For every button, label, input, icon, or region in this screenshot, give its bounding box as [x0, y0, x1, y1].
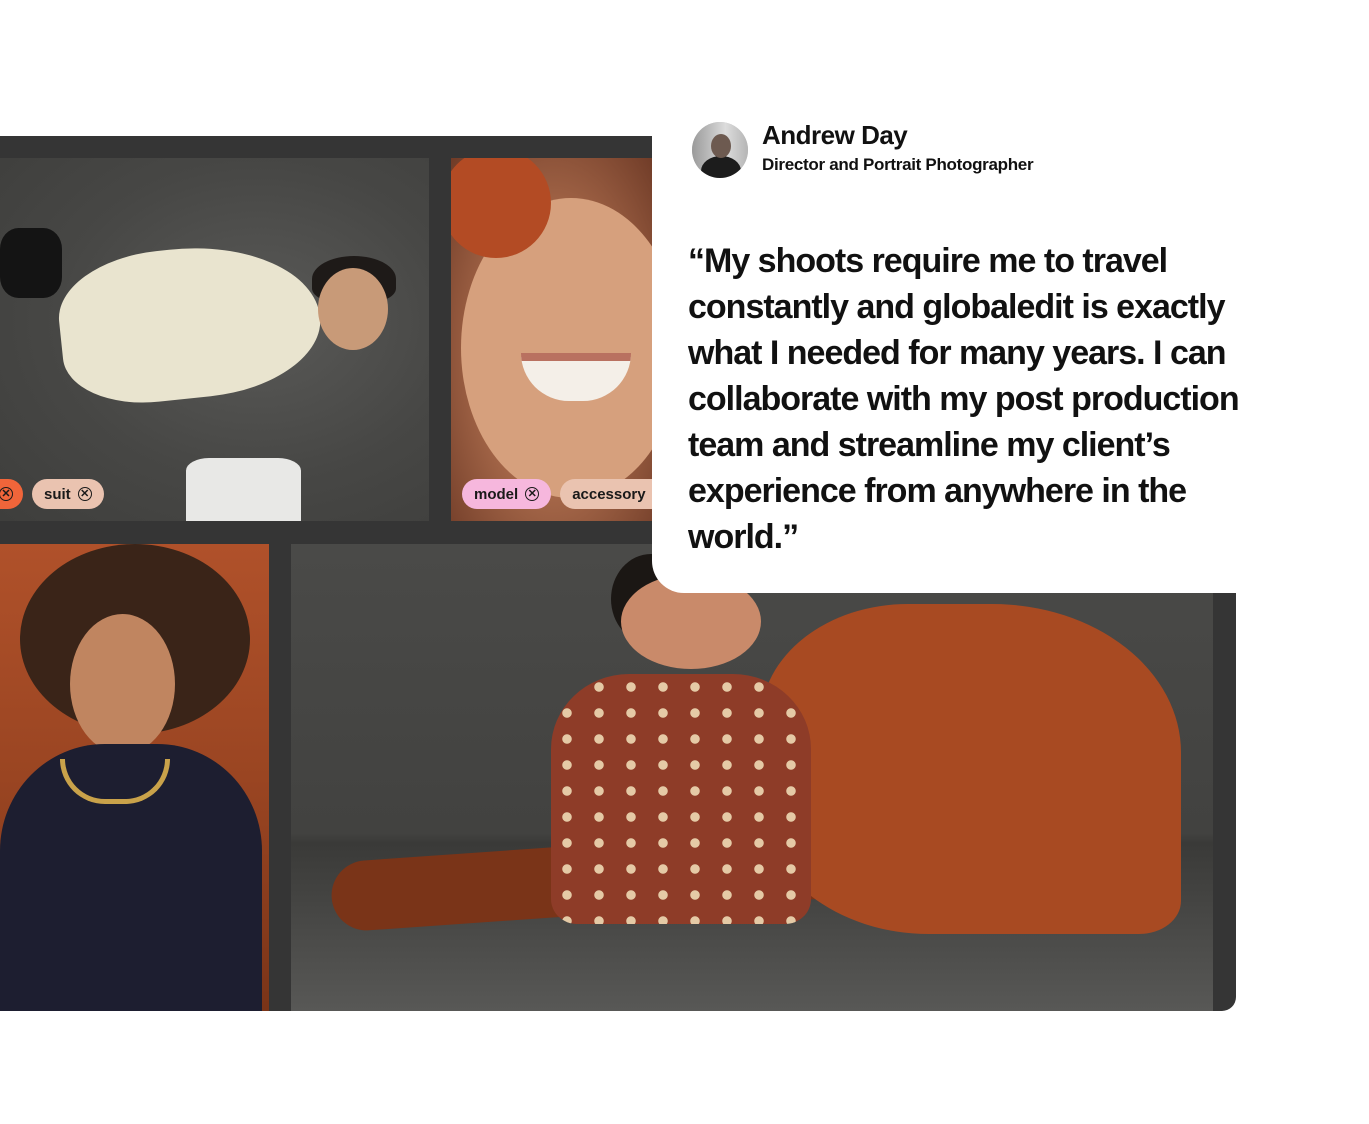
- close-circle-icon[interactable]: ✕: [77, 487, 92, 501]
- testimonial-quote: “My shoots require me to travel constant…: [688, 242, 1240, 556]
- close-circle-icon[interactable]: ✕: [525, 487, 540, 501]
- tag-label: accessory: [572, 485, 646, 503]
- avatar: [692, 122, 748, 178]
- coat-shape: [761, 604, 1181, 934]
- tag-chip[interactable]: ✕: [0, 479, 23, 509]
- blanket-shape: [551, 674, 811, 924]
- author-name: Andrew Day: [762, 120, 908, 150]
- head-shape: [318, 268, 388, 350]
- suit-shape: [52, 234, 328, 412]
- tag-list: ✕ suit ✕: [0, 479, 104, 509]
- photo-jewelry-model[interactable]: [0, 544, 269, 1011]
- tag-label: model: [474, 485, 519, 503]
- close-circle-icon[interactable]: ✕: [0, 487, 13, 501]
- photo-seated-model[interactable]: [291, 544, 1213, 1011]
- tag-chip-accessory[interactable]: accessory ✕: [560, 479, 656, 509]
- tag-list: model ✕ accessory ✕: [462, 479, 656, 509]
- photo-suit-model[interactable]: ✕ suit ✕: [0, 158, 429, 521]
- face-shape: [70, 614, 175, 754]
- photo-smiling-model[interactable]: model ✕ accessory ✕: [451, 158, 656, 521]
- author-role: Director and Portrait Photographer: [762, 155, 1034, 174]
- tag-label: suit: [44, 485, 71, 503]
- tag-chip-model[interactable]: model ✕: [462, 479, 552, 509]
- testimonial-card: Andrew Day Director and Portrait Photogr…: [652, 96, 1369, 593]
- shoe-shape: [0, 228, 62, 298]
- tag-chip-suit[interactable]: suit ✕: [32, 479, 104, 509]
- cloth-shape: [186, 458, 301, 521]
